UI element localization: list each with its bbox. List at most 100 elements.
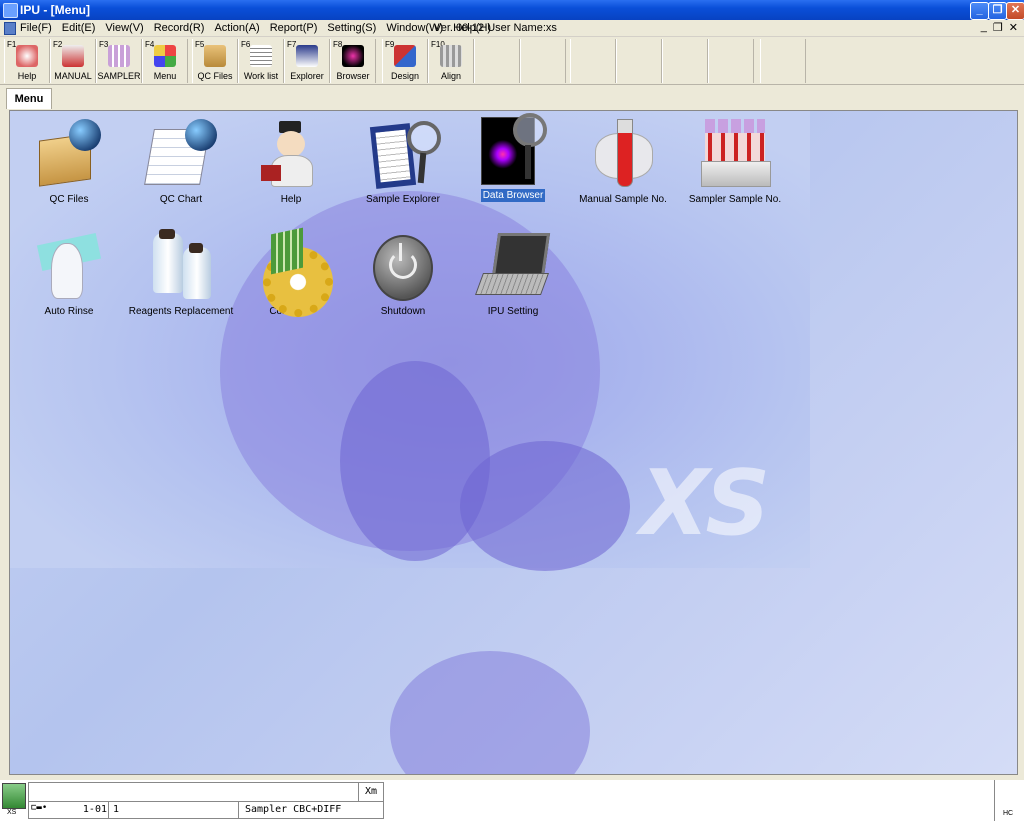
doctor-icon xyxy=(16,45,38,67)
fkey-label: F9 xyxy=(385,40,395,49)
toolbar-menu-button[interactable]: F4 Menu xyxy=(142,39,188,83)
gears-chip-icon xyxy=(255,227,333,317)
toolbar-explorer-button[interactable]: F7 Explorer xyxy=(284,39,330,83)
divider xyxy=(994,780,995,821)
menu-workspace: XS QC Files QC Chart Help Sample Explore… xyxy=(9,110,1018,775)
desktop-icon-shutdown[interactable]: Shutdown xyxy=(348,229,458,318)
desktop-icon-label: Auto Rinse xyxy=(44,306,94,317)
cell-graphic xyxy=(390,651,590,774)
desktop-icon-label: IPU Setting xyxy=(487,306,539,317)
desktop-icon-help[interactable]: Help xyxy=(236,117,346,206)
toolbar-help-button[interactable]: F1 Help xyxy=(4,39,50,83)
toolbar-label: SAMPLER xyxy=(97,71,141,81)
menu-view[interactable]: View(V) xyxy=(105,22,143,34)
toolbar-label: MANUAL xyxy=(54,71,92,81)
menu-action[interactable]: Action(A) xyxy=(214,22,259,34)
analyzer-status-icon[interactable] xyxy=(2,783,26,809)
toolbar-label: Design xyxy=(390,71,419,81)
clipboard-magnifier-icon xyxy=(296,45,318,67)
restore-button[interactable]: ❐ xyxy=(988,2,1007,20)
fkey-label: F4 xyxy=(145,40,155,49)
folder-globe-icon xyxy=(33,117,105,189)
menu-file[interactable]: File(F) xyxy=(20,22,52,34)
fkey-label: F3 xyxy=(99,40,109,49)
analyzer-label: XS xyxy=(7,809,17,816)
rack-icon: ⊏▬• xyxy=(31,803,48,813)
function-toolbar: F1 Help F2 MANUAL F3 SAMPLER F4 Menu F5 … xyxy=(0,37,1024,85)
toolbar-sampler-button[interactable]: F3 SAMPLER xyxy=(96,39,142,83)
desktop-icon-auto-rinse[interactable]: Auto Rinse xyxy=(14,229,124,318)
desktop-icon-reagents-replacement[interactable]: Reagents Replacement xyxy=(126,229,236,318)
desktop-icon-sampler-sample-no[interactable]: Sampler Sample No. xyxy=(680,117,790,206)
menu-report[interactable]: Report(P) xyxy=(270,22,318,34)
toolbar-label: Explorer xyxy=(290,71,324,81)
design-icon xyxy=(394,45,416,67)
toolbar-empty-slot xyxy=(662,39,708,83)
app-icon[interactable] xyxy=(3,3,18,18)
tube-rack-icon xyxy=(108,45,130,67)
status-code: HC xyxy=(1003,810,1014,817)
tab-menu[interactable]: Menu xyxy=(6,88,52,109)
toolbar-label: Browser xyxy=(336,71,370,81)
tube-number: 1 xyxy=(113,804,120,815)
gloves-icon xyxy=(33,229,105,301)
minimize-button[interactable]: _ xyxy=(970,2,989,20)
toolbar-browser-button[interactable]: F8 Browser xyxy=(330,39,376,83)
fkey-label: F8 xyxy=(333,40,343,49)
reagent-bottles-icon xyxy=(145,229,217,301)
desktop-icon-label: Reagents Replacement xyxy=(128,306,234,317)
toolbar-label: Work list xyxy=(243,71,279,81)
mdi-close-button[interactable]: ✕ xyxy=(1009,21,1018,34)
menu-record[interactable]: Record(R) xyxy=(154,22,205,34)
fkey-label: F6 xyxy=(241,40,251,49)
folder-globe-icon xyxy=(204,45,226,67)
toolbar-align-button[interactable]: F10 Align xyxy=(428,39,474,83)
version-user-text: Ver.:00-12 User Name:xs xyxy=(434,22,557,34)
tube-rack-icon xyxy=(699,117,771,189)
status-message-field xyxy=(28,782,360,802)
hand-tube-icon xyxy=(62,45,84,67)
toolbar-design-button[interactable]: F9 Design xyxy=(382,39,428,83)
desktop-icon-sample-explorer[interactable]: Sample Explorer xyxy=(348,117,458,206)
desktop-icon-label: Shutdown xyxy=(380,306,426,317)
xm-indicator[interactable]: Xm xyxy=(358,782,384,802)
toolbar-empty-slot xyxy=(520,39,566,83)
desktop-icon-ipu-setting[interactable]: IPU Setting xyxy=(458,229,568,318)
desktop-icon-label: QC Files xyxy=(49,194,89,205)
desktop-icon-label: QC Chart xyxy=(159,194,203,205)
status-bar: XS Xm ⊏▬• 1-01 1 Sampler CBC+DIFF HC xyxy=(0,778,1024,821)
toolbar-label: QC Files xyxy=(197,71,233,81)
document-icon[interactable] xyxy=(4,22,16,35)
desktop-icon-label: Help xyxy=(280,194,302,205)
toolbar-empty-slot xyxy=(760,39,806,83)
toolbar-empty-slot xyxy=(616,39,662,83)
measurement-mode: Sampler CBC+DIFF xyxy=(245,804,342,815)
toolbar-manual-button[interactable]: F2 MANUAL xyxy=(50,39,96,83)
desktop-icon-manual-sample-no[interactable]: Manual Sample No. xyxy=(568,117,678,206)
mode-field: Sampler CBC+DIFF xyxy=(238,801,384,819)
chart-globe-icon xyxy=(144,117,217,189)
menu-bar: File(F) Edit(E) View(V) Record(R) Action… xyxy=(0,20,1024,37)
hand-tube-icon xyxy=(587,117,659,189)
rack-position: 1-01 xyxy=(82,804,107,815)
clipboard-magnifier-icon xyxy=(367,117,441,189)
toolbar-work-list-button[interactable]: F6 Work list xyxy=(238,39,284,83)
toolbar-empty-slot xyxy=(708,39,754,83)
cell-graphic xyxy=(460,441,630,571)
close-button[interactable]: ✕ xyxy=(1006,2,1024,20)
laptop-icon xyxy=(474,229,551,301)
toolbar-qc-files-button[interactable]: F5 QC Files xyxy=(192,39,238,83)
desktop-icon-qc-files[interactable]: QC Files xyxy=(14,117,124,206)
menu-setting[interactable]: Setting(S) xyxy=(327,22,376,34)
mdi-minimize-button[interactable]: _ xyxy=(981,21,987,34)
mdi-restore-button[interactable]: ❐ xyxy=(993,21,1003,34)
desktop-icon-data-browser[interactable]: Data Browser xyxy=(458,113,568,202)
desktop-icon-label: Sampler Sample No. xyxy=(688,194,782,205)
title-bar: IPU - [Menu] _ ❐ ✕ xyxy=(0,0,1024,20)
desktop-icon-controller[interactable]: Controller xyxy=(236,227,346,318)
menu-edit[interactable]: Edit(E) xyxy=(62,22,96,34)
doctor-book-icon xyxy=(255,117,327,189)
toolbar-empty-slot xyxy=(570,39,616,83)
toolbar-label: Help xyxy=(17,71,37,81)
desktop-icon-qc-chart[interactable]: QC Chart xyxy=(126,117,236,206)
